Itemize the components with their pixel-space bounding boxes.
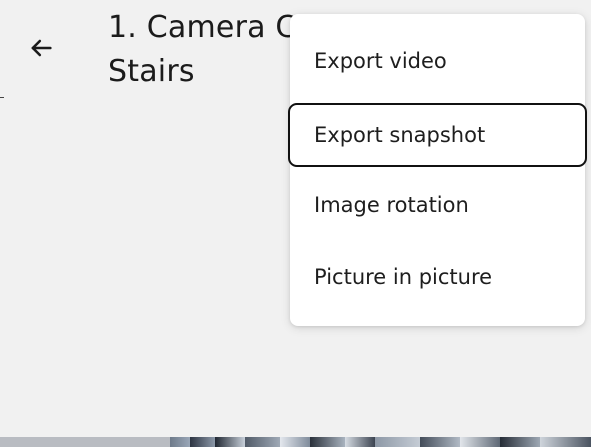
overflow-menu: Export video Export snapshot Image rotat… <box>288 14 587 326</box>
menu-item-label: Export snapshot <box>314 123 486 147</box>
menu-item-label: Image rotation <box>314 193 469 217</box>
arrow-left-icon <box>27 34 55 66</box>
menu-item-export-snapshot[interactable]: Export snapshot <box>288 103 587 167</box>
camera-video-preview[interactable] <box>0 437 591 447</box>
menu-item-export-video[interactable]: Export video <box>290 29 585 93</box>
back-button[interactable] <box>18 28 64 72</box>
edge-divider <box>0 97 4 98</box>
menu-item-image-rotation[interactable]: Image rotation <box>290 173 585 237</box>
menu-item-picture-in-picture[interactable]: Picture in picture <box>290 245 585 309</box>
menu-item-label: Picture in picture <box>314 265 493 289</box>
menu-item-label: Export video <box>314 49 447 73</box>
